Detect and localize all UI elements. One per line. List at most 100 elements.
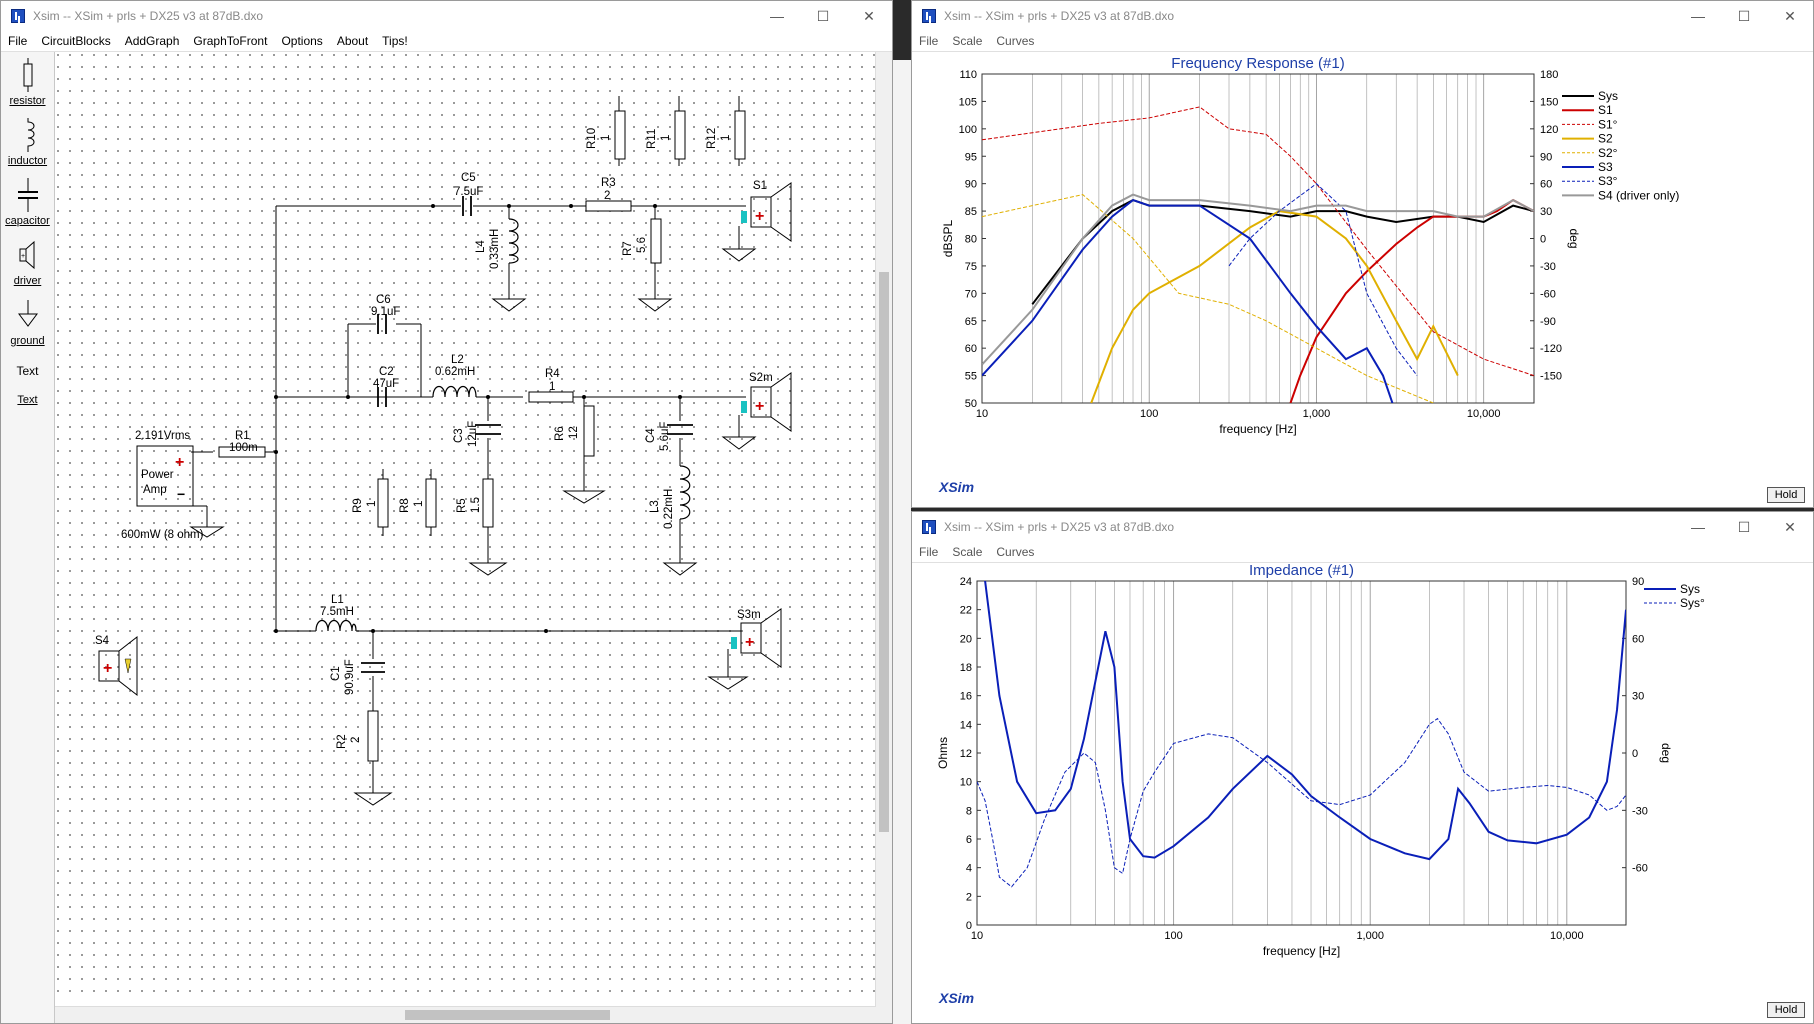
minimize-icon[interactable]: — bbox=[1675, 1, 1721, 31]
imp-y2axis-label: deg bbox=[1659, 743, 1673, 763]
maximize-icon[interactable]: ☐ bbox=[1721, 1, 1767, 31]
label-r11-value: 1 bbox=[660, 135, 672, 141]
fr-series-line-2 bbox=[982, 106, 1534, 377]
menu-file[interactable]: File bbox=[1, 34, 34, 48]
imp-window-title: Xsim -- XSim + prls + DX25 v3 at 87dB.dx… bbox=[944, 520, 1175, 534]
imp-y2tick-label: 60 bbox=[1632, 633, 1644, 645]
imp-hold-button[interactable]: Hold bbox=[1767, 1002, 1805, 1018]
menu-options[interactable]: Options bbox=[274, 34, 329, 48]
menu-graphtofront[interactable]: GraphToFront bbox=[186, 34, 274, 48]
menu-addgraph[interactable]: AddGraph bbox=[118, 34, 187, 48]
schematic-titlebar[interactable]: Xsim -- XSim + prls + DX25 v3 at 87dB.dx… bbox=[1, 1, 892, 31]
imp-y2tick-label: -60 bbox=[1632, 863, 1648, 875]
imp-ytick-label: 14 bbox=[960, 719, 972, 731]
tool-driver[interactable]: + driver bbox=[1, 238, 54, 287]
imp-ytick-label: 18 bbox=[960, 662, 972, 674]
component-toolbox: resistor inductor capacitor + driver gro… bbox=[1, 52, 55, 1023]
freq-menubar: File Scale Curves bbox=[912, 31, 1813, 52]
tool-label-ground: ground bbox=[10, 335, 45, 347]
label-l1-value: 7.5mH bbox=[320, 606, 354, 618]
menu-about[interactable]: About bbox=[330, 34, 375, 48]
fr-legend-label: S1 bbox=[1598, 103, 1613, 117]
tool-label-capacitor: capacitor bbox=[5, 215, 50, 227]
schematic-horizontal-scrollbar[interactable] bbox=[55, 1006, 876, 1023]
label-r8-value: 1 bbox=[413, 501, 425, 507]
label-driver-s2m: S2m bbox=[749, 372, 773, 384]
tool-text-link[interactable]: Text bbox=[1, 394, 54, 406]
close-icon[interactable]: ✕ bbox=[846, 1, 892, 31]
tool-resistor[interactable]: resistor bbox=[1, 58, 54, 107]
label-r8-name: R8 bbox=[399, 498, 411, 513]
label-l3-name: L3 bbox=[649, 500, 661, 513]
source-label-power: Power bbox=[141, 469, 174, 481]
fr-ytick-label: 80 bbox=[965, 234, 977, 246]
tool-ground[interactable]: ground bbox=[1, 298, 54, 347]
imp-plot-frame bbox=[976, 580, 1627, 926]
imp-menu-file[interactable]: File bbox=[912, 545, 945, 559]
label-l2-name: L2 bbox=[451, 354, 464, 366]
fr-legend-label: S2° bbox=[1598, 146, 1618, 160]
label-r1-value: 100m bbox=[229, 442, 258, 454]
freq-menu-scale[interactable]: Scale bbox=[945, 34, 989, 48]
imp-menu-curves[interactable]: Curves bbox=[989, 545, 1041, 559]
vertical-scroll-thumb[interactable] bbox=[879, 272, 889, 832]
imp-titlebar[interactable]: Xsim -- XSim + prls + DX25 v3 at 87dB.dx… bbox=[912, 512, 1813, 542]
maximize-icon[interactable]: ☐ bbox=[1721, 512, 1767, 542]
label-r1-name: R1 bbox=[235, 430, 250, 442]
imp-ytick-label: 8 bbox=[966, 805, 972, 817]
horizontal-scroll-thumb[interactable] bbox=[405, 1010, 610, 1020]
imp-menu-scale[interactable]: Scale bbox=[945, 545, 989, 559]
close-icon[interactable]: ✕ bbox=[1767, 1, 1813, 31]
imp-yaxis-label: Ohms bbox=[936, 737, 950, 769]
imp-ytick-label: 22 bbox=[960, 605, 972, 617]
fr-y2tick-label: -120 bbox=[1540, 343, 1562, 355]
freq-hold-button[interactable]: Hold bbox=[1767, 487, 1805, 503]
label-c3-name: C3 bbox=[453, 428, 465, 443]
fr-y2tick-label: 0 bbox=[1540, 234, 1546, 246]
fr-chart-title: Frequency Response (#1) bbox=[1171, 55, 1344, 72]
menu-circuitblocks[interactable]: CircuitBlocks bbox=[34, 34, 117, 48]
imp-y2tick-label: -30 bbox=[1632, 805, 1648, 817]
schematic-vertical-scrollbar[interactable] bbox=[875, 52, 892, 1023]
maximize-icon[interactable]: ☐ bbox=[800, 1, 846, 31]
label-r5-name: R5 bbox=[456, 498, 468, 513]
fr-y2tick-label: 60 bbox=[1540, 179, 1552, 191]
fr-ytick-label: 110 bbox=[959, 69, 977, 81]
fr-y2axis-label: deg bbox=[1567, 228, 1581, 248]
label-r11-name: R11 bbox=[646, 129, 658, 149]
freq-menu-curves[interactable]: Curves bbox=[989, 34, 1041, 48]
menu-tips[interactable]: Tips! bbox=[375, 34, 415, 48]
schematic-canvas[interactable]: + + + + + − 2.191Vrms Power Amp 600mW (8… bbox=[55, 52, 878, 998]
fr-ytick-label: 60 bbox=[965, 343, 977, 355]
freq-brand-logo: XSim bbox=[939, 479, 975, 495]
imp-xtick-label: 1,000 bbox=[1356, 930, 1384, 942]
imp-ytick-label: 6 bbox=[966, 834, 972, 846]
fr-legend-label: S2 bbox=[1598, 132, 1613, 146]
tool-capacitor[interactable]: capacitor bbox=[1, 178, 54, 227]
imp-chart-title: Impedance (#1) bbox=[1249, 563, 1354, 579]
label-r6-value: 12 bbox=[568, 426, 580, 439]
imp-legend-label: Sys bbox=[1680, 582, 1700, 596]
imp-xtick-label: 100 bbox=[1164, 930, 1182, 942]
tool-text[interactable]: Text bbox=[1, 364, 54, 378]
fr-series-line-7 bbox=[982, 193, 1534, 366]
fr-legend-label: Sys bbox=[1598, 89, 1618, 103]
imp-xtick-label: 10,000 bbox=[1550, 930, 1584, 942]
fr-series-line-4 bbox=[982, 194, 1434, 403]
minimize-icon[interactable]: — bbox=[1675, 512, 1721, 542]
imp-ytick-label: 20 bbox=[960, 633, 972, 645]
tool-inductor[interactable]: inductor bbox=[1, 118, 54, 167]
freq-menu-file[interactable]: File bbox=[912, 34, 945, 48]
label-l1-name: L1 bbox=[331, 594, 344, 606]
minimize-icon[interactable]: — bbox=[754, 1, 800, 31]
fr-y2tick-label: -60 bbox=[1540, 288, 1556, 300]
frequency-response-chart: Frequency Response (#1)11010510095908580… bbox=[941, 55, 1679, 436]
close-icon[interactable]: ✕ bbox=[1767, 512, 1813, 542]
fr-yaxis-label: dBSPL bbox=[941, 219, 955, 257]
label-r10-value: 1 bbox=[600, 135, 612, 141]
imp-y2tick-label: 30 bbox=[1632, 691, 1644, 703]
fr-xaxis-label: frequency [Hz] bbox=[1219, 422, 1296, 436]
imp-ytick-label: 4 bbox=[966, 863, 972, 875]
label-driver-s1: S1 bbox=[753, 180, 767, 192]
freq-titlebar[interactable]: Xsim -- XSim + prls + DX25 v3 at 87dB.dx… bbox=[912, 1, 1813, 31]
